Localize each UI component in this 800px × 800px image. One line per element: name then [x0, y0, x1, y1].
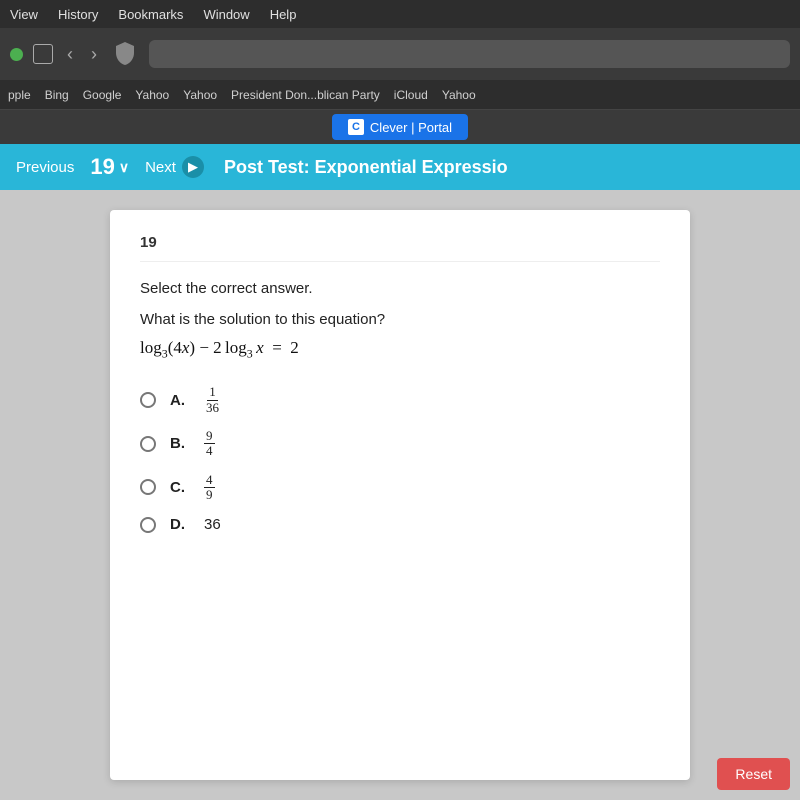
- active-tab[interactable]: C Clever | Portal: [332, 114, 468, 140]
- chevron-down-icon: ∨: [119, 159, 129, 176]
- bookmark-bing[interactable]: Bing: [45, 88, 69, 102]
- menu-window[interactable]: Window: [203, 7, 249, 22]
- nav-back-button[interactable]: ‹: [63, 44, 77, 65]
- option-d[interactable]: D. 36: [140, 516, 660, 533]
- question-instruction: Select the correct answer.: [140, 280, 660, 297]
- shield-icon: [111, 38, 139, 70]
- radio-d[interactable]: [140, 517, 156, 533]
- radio-a[interactable]: [140, 392, 156, 408]
- option-b-label: B.: [170, 435, 190, 452]
- option-d-label: D.: [170, 516, 190, 533]
- browser-chrome: ‹ ›: [0, 28, 800, 80]
- option-c[interactable]: C. 4 9: [140, 473, 660, 503]
- menu-help[interactable]: Help: [270, 7, 297, 22]
- option-a[interactable]: A. 1 36: [140, 385, 660, 415]
- option-b[interactable]: B. 9 4: [140, 429, 660, 459]
- option-b-value: 9 4: [204, 429, 215, 459]
- question-card: 19 Select the correct answer. What is th…: [110, 210, 690, 780]
- bookmark-yahoo3[interactable]: Yahoo: [442, 88, 476, 102]
- question-number-selector[interactable]: 19 ∨: [90, 154, 129, 180]
- question-number: 19: [140, 234, 660, 262]
- equation: log3(4x) − 2 log3 x = 2: [140, 338, 660, 361]
- bookmark-president[interactable]: President Don...blican Party: [231, 88, 380, 102]
- menu-bookmarks[interactable]: Bookmarks: [118, 7, 183, 22]
- tab-bar: C Clever | Portal: [0, 110, 800, 144]
- option-a-label: A.: [170, 392, 190, 409]
- bookmark-apple[interactable]: pple: [8, 88, 31, 102]
- bookmark-google[interactable]: Google: [83, 88, 122, 102]
- question-prompt: What is the solution to this equation?: [140, 311, 660, 328]
- next-button[interactable]: Next ▶: [145, 156, 204, 178]
- tab-icon: [33, 44, 53, 64]
- bookmark-icloud[interactable]: iCloud: [394, 88, 428, 102]
- radio-c[interactable]: [140, 479, 156, 495]
- main-content: 19 Select the correct answer. What is th…: [0, 190, 800, 800]
- reset-button-container: Reset: [707, 748, 800, 800]
- radio-b[interactable]: [140, 436, 156, 452]
- address-bar[interactable]: [149, 40, 790, 68]
- tab-label: Clever | Portal: [370, 120, 452, 135]
- bookmark-yahoo1[interactable]: Yahoo: [135, 88, 169, 102]
- menu-history[interactable]: History: [58, 7, 98, 22]
- question-number-value: 19: [90, 154, 114, 180]
- option-d-value: 36: [204, 516, 221, 533]
- bookmark-yahoo2[interactable]: Yahoo: [183, 88, 217, 102]
- quiz-toolbar: Previous 19 ∨ Next ▶ Post Test: Exponent…: [0, 144, 800, 190]
- clever-icon: C: [348, 119, 364, 135]
- answer-options: A. 1 36 B. 9 4: [140, 385, 660, 533]
- option-c-value: 4 9: [204, 473, 215, 503]
- previous-button[interactable]: Previous: [16, 159, 74, 176]
- reset-button[interactable]: Reset: [717, 758, 790, 790]
- next-circle-icon: ▶: [182, 156, 204, 178]
- option-c-label: C.: [170, 479, 190, 496]
- bookmarks-bar: pple Bing Google Yahoo Yahoo President D…: [0, 80, 800, 110]
- menu-view[interactable]: View: [10, 7, 38, 22]
- next-label: Next: [145, 159, 176, 176]
- nav-forward-button[interactable]: ›: [87, 44, 101, 65]
- quiz-title: Post Test: Exponential Expressio: [224, 157, 784, 178]
- option-a-value: 1 36: [204, 385, 221, 415]
- menu-bar: View History Bookmarks Window Help: [0, 0, 800, 28]
- traffic-light-green: [10, 48, 23, 61]
